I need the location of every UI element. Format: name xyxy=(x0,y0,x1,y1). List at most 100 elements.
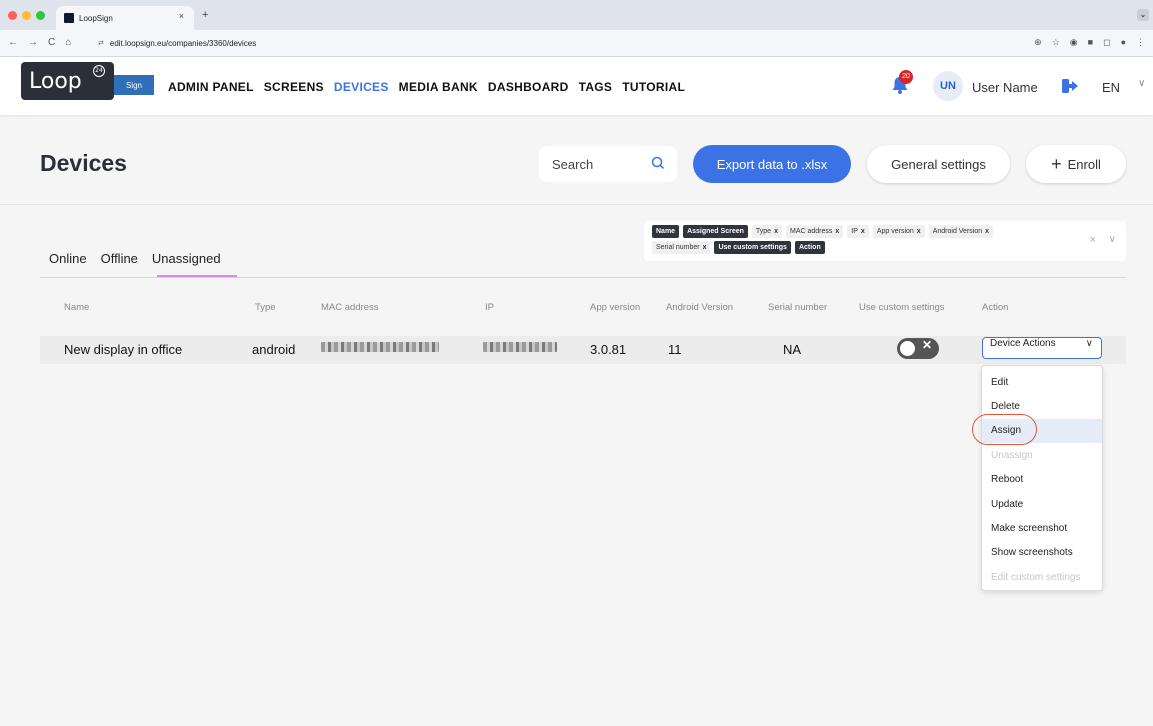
menu-item-edit[interactable]: Edit xyxy=(982,370,1102,394)
header-divider xyxy=(0,204,1153,205)
remove-chip-icon[interactable]: x xyxy=(861,228,865,235)
tab-close-icon[interactable]: × xyxy=(179,11,184,21)
chevron-down-icon[interactable]: ∨ xyxy=(1109,234,1116,245)
remove-chip-icon[interactable]: x xyxy=(985,228,989,235)
nav-screens[interactable]: SCREENS xyxy=(264,80,324,94)
column-header-name[interactable]: Name xyxy=(64,302,89,313)
tab-offline[interactable]: Offline xyxy=(101,251,138,266)
column-chip-serial-number[interactable]: Serial number x xyxy=(652,241,711,254)
device-name: New display in office xyxy=(64,342,183,357)
app-version: 3.0.81 xyxy=(590,342,627,357)
home-icon[interactable]: ⌂ xyxy=(65,37,71,48)
extension-icon[interactable]: ■ xyxy=(1088,37,1093,48)
column-header-action[interactable]: Action xyxy=(982,302,1008,313)
search-input[interactable]: Search xyxy=(539,146,677,182)
menu-item-reboot[interactable]: Reboot xyxy=(982,468,1102,492)
zoom-icon[interactable]: ⊕ xyxy=(1034,37,1042,48)
column-chips: Name Assigned Screen Type x MAC address x … xyxy=(652,225,1012,254)
column-chip-ip[interactable]: IP x xyxy=(847,225,869,238)
column-chip-action[interactable]: Action xyxy=(794,241,825,254)
user-name[interactable]: User Name xyxy=(972,80,1038,95)
table-row[interactable]: New display in office android 3.0.81 11 … xyxy=(40,336,1126,364)
nav-tags[interactable]: TAGS xyxy=(579,80,613,94)
nav-admin-panel[interactable]: ADMIN PANEL xyxy=(168,80,254,94)
tab-list-chevron-icon[interactable]: ⌄ xyxy=(1137,9,1149,21)
tab-online[interactable]: Online xyxy=(49,251,87,266)
browser-nav-buttons: ← → C ⌂ xyxy=(8,37,71,48)
menu-item-update[interactable]: Update xyxy=(982,492,1102,516)
browser-menu-icon[interactable]: ⋮ xyxy=(1136,37,1145,48)
column-header-type[interactable]: Type xyxy=(255,302,276,313)
profile-icon[interactable]: ● xyxy=(1121,37,1126,48)
puzzle-icon[interactable]: ◻ xyxy=(1103,37,1110,48)
browser-tab-bar: LoopSign × + ⌄ xyxy=(0,0,1153,30)
custom-settings-toggle[interactable]: ✕ xyxy=(897,338,939,359)
url-text: edit.loopsign.eu/companies/3360/devices xyxy=(109,38,257,48)
tab-title: LoopSign xyxy=(79,13,113,23)
nav-media-bank[interactable]: MEDIA BANK xyxy=(399,80,478,94)
menu-item-edit-custom-settings: Edit custom settings xyxy=(991,571,1081,583)
column-chip-name[interactable]: Name xyxy=(652,225,680,238)
url-field[interactable]: ⇄ edit.loopsign.eu/companies/3360/device… xyxy=(90,35,1140,51)
column-header-mac-address[interactable]: MAC address xyxy=(321,302,379,313)
column-header-android-version[interactable]: Android Version xyxy=(666,302,733,313)
remove-chip-icon[interactable]: x xyxy=(917,228,921,235)
ip-redacted xyxy=(483,342,557,352)
reload-icon[interactable]: C xyxy=(48,37,55,48)
remove-chip-icon[interactable]: x xyxy=(703,244,707,251)
column-header-serial-number[interactable]: Serial number xyxy=(768,302,827,313)
export-xlsx-button[interactable]: Export data to .xlsx xyxy=(693,145,851,183)
close-window-button[interactable] xyxy=(8,11,17,20)
column-header-ip[interactable]: IP xyxy=(485,302,494,313)
avatar[interactable]: UN xyxy=(933,71,963,101)
nav-devices[interactable]: DEVICES xyxy=(334,80,389,94)
column-chip-type[interactable]: Type x xyxy=(751,225,782,238)
app-header: Loop 24 Sign ADMIN PANEL SCREENS DEVICES… xyxy=(0,57,1153,115)
enroll-button[interactable]: + Enroll xyxy=(1026,145,1126,183)
nav-dashboard[interactable]: DASHBOARD xyxy=(488,80,569,94)
column-chip-android-version[interactable]: Android Version x xyxy=(928,225,994,238)
main-navigation: ADMIN PANEL SCREENS DEVICES MEDIA BANK D… xyxy=(168,80,685,94)
back-icon[interactable]: ← xyxy=(8,37,18,48)
extension-icon[interactable]: ◉ xyxy=(1070,37,1078,48)
logout-icon[interactable] xyxy=(1061,77,1079,95)
assign-highlight-annotation xyxy=(972,414,1037,445)
browser-tab[interactable]: LoopSign × xyxy=(56,6,194,30)
clear-columns-icon[interactable]: × xyxy=(1090,234,1096,246)
bookmark-star-icon[interactable]: ☆ xyxy=(1052,37,1060,48)
plus-icon: + xyxy=(1051,153,1062,174)
toggle-knob xyxy=(900,341,915,356)
menu-item-show-screenshots[interactable]: Show screenshots xyxy=(982,541,1102,565)
device-actions-select[interactable]: Device Actions ∨ xyxy=(982,337,1102,359)
column-chip-assigned-screen[interactable]: Assigned Screen xyxy=(683,225,748,238)
minimize-window-button[interactable] xyxy=(22,11,31,20)
device-status-tabs: Online Offline Unassigned xyxy=(49,251,221,266)
search-icon[interactable] xyxy=(651,156,665,170)
loop-logo[interactable]: Loop 24 xyxy=(21,62,114,100)
menu-item-make-screenshot[interactable]: Make screenshot xyxy=(982,516,1102,540)
maximize-window-button[interactable] xyxy=(36,11,45,20)
forward-icon[interactable]: → xyxy=(28,37,38,48)
tab-unassigned[interactable]: Unassigned xyxy=(152,251,221,266)
search-placeholder: Search xyxy=(552,156,594,172)
new-tab-button[interactable]: + xyxy=(202,9,208,21)
language-selector[interactable]: EN xyxy=(1102,80,1120,95)
column-header-use-custom-settings[interactable]: Use custom settings xyxy=(859,302,945,313)
device-actions-menu: Edit Delete Assign Unassign Reboot Updat… xyxy=(981,365,1103,591)
logo-text: Loop xyxy=(29,68,82,94)
remove-chip-icon[interactable]: x xyxy=(835,228,839,235)
chevron-down-icon: ∨ xyxy=(1085,338,1093,349)
column-selector[interactable]: Name Assigned Screen Type x MAC address x … xyxy=(644,221,1126,261)
site-settings-icon[interactable]: ⇄ xyxy=(98,39,104,47)
toggle-off-icon: ✕ xyxy=(921,338,932,352)
page-title: Devices xyxy=(40,150,127,176)
column-chip-app-version[interactable]: App version x xyxy=(872,225,925,238)
column-chip-use-custom-settings[interactable]: Use custom settings xyxy=(714,241,791,254)
nav-tutorial[interactable]: TUTORIAL xyxy=(622,80,685,94)
column-chip-mac-address[interactable]: MAC address x xyxy=(785,225,844,238)
column-header-app-version[interactable]: App version xyxy=(590,302,640,313)
general-settings-button[interactable]: General settings xyxy=(867,145,1010,183)
chevron-down-icon[interactable]: ∨ xyxy=(1138,78,1145,89)
device-type: android xyxy=(252,342,296,357)
remove-chip-icon[interactable]: x xyxy=(774,228,778,235)
